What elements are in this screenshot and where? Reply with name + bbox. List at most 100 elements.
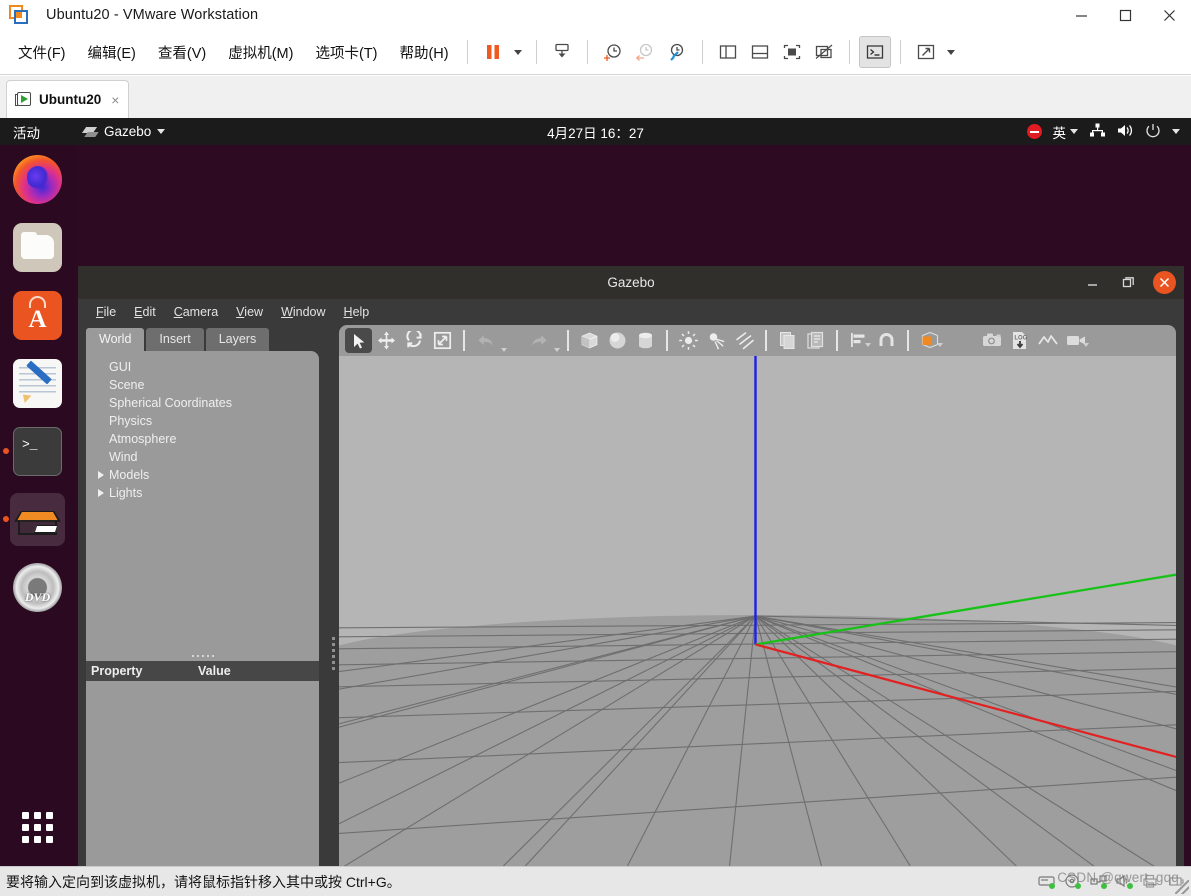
scale-mode-button[interactable] (429, 328, 456, 353)
dock-item-files[interactable] (0, 213, 75, 281)
gazebo-maximize-button[interactable] (1117, 272, 1139, 294)
suspend-button[interactable] (477, 36, 509, 68)
tree-item-atmosphere[interactable]: Atmosphere (86, 430, 319, 448)
rotate-mode-button[interactable] (401, 328, 428, 353)
stretch-dropdown-caret[interactable] (946, 49, 955, 55)
show-library-button[interactable] (712, 36, 744, 68)
send-ctrl-alt-del-button[interactable] (546, 36, 578, 68)
power-icon[interactable] (1145, 123, 1161, 141)
menu-file[interactable]: 文件(F) (9, 38, 75, 67)
gazebo-menu-camera[interactable]: Camera (166, 302, 226, 322)
insert-sphere-button[interactable] (604, 328, 631, 353)
vmware-minimize-button[interactable] (1059, 0, 1103, 30)
align-button[interactable] (845, 328, 872, 353)
window-resize-grip[interactable] (1175, 880, 1189, 894)
tab-insert[interactable]: Insert (146, 328, 204, 351)
dock-item-ubuntu-software[interactable]: A (0, 281, 75, 349)
gazebo-menu-file[interactable]: File (88, 302, 124, 322)
fullscreen-button[interactable] (776, 36, 808, 68)
tray-menu-chevron-down-icon[interactable] (1172, 129, 1180, 134)
gazebo-menu-window[interactable]: Window (273, 302, 333, 322)
left-panel-splitter[interactable] (86, 651, 319, 661)
do-not-disturb-icon[interactable] (1026, 124, 1042, 139)
insert-cylinder-button[interactable] (632, 328, 659, 353)
take-snapshot-button[interactable] (597, 36, 629, 68)
log-button[interactable]: LOG (1006, 328, 1033, 353)
snapshot-manager-button[interactable] (661, 36, 693, 68)
tab-layers[interactable]: Layers (205, 328, 270, 351)
ubuntu-top-bar: 活动 Gazebo 4月27日 16：27 英 (0, 118, 1191, 145)
menu-tabs[interactable]: 选项卡(T) (306, 38, 386, 67)
menu-view[interactable]: 查看(V) (149, 38, 215, 67)
gazebo-menu-view[interactable]: View (228, 302, 271, 322)
show-applications-icon[interactable] (0, 806, 75, 848)
redo-history-chevron-down-icon[interactable] (554, 348, 560, 352)
sound-icon[interactable] (1116, 874, 1133, 889)
redo-button[interactable] (525, 328, 552, 353)
dock-item-text-editor[interactable] (0, 349, 75, 417)
vmware-logo-icon (9, 5, 29, 25)
hard-disk-icon[interactable] (1038, 874, 1055, 889)
suspend-dropdown-caret[interactable] (513, 49, 522, 55)
translate-mode-button[interactable] (373, 328, 400, 353)
tree-item-gui[interactable]: GUI (86, 358, 319, 376)
revert-snapshot-button[interactable] (629, 36, 661, 68)
vm-tab-close-icon[interactable]: × (111, 93, 119, 107)
plot-button[interactable] (1034, 328, 1061, 353)
gazebo-title-bar: Gazebo (78, 266, 1184, 299)
undo-history-chevron-down-icon[interactable] (501, 348, 507, 352)
dock-item-firefox[interactable] (0, 145, 75, 213)
unity-mode-button[interactable] (808, 36, 840, 68)
dock-item-gazebo[interactable] (0, 485, 75, 553)
network-icon[interactable] (1090, 874, 1107, 889)
stretch-guest-button[interactable] (910, 36, 942, 68)
undo-button[interactable] (472, 328, 499, 353)
main-splitter[interactable] (327, 325, 339, 866)
console-view-button[interactable] (858, 36, 891, 68)
cd-dvd-icon[interactable] (1064, 874, 1081, 889)
property-table: Property Value (86, 661, 319, 681)
vm-tab-ubuntu20[interactable]: Ubuntu20 × (6, 80, 129, 118)
select-mode-button[interactable] (345, 328, 372, 353)
view-angle-button[interactable] (916, 328, 943, 353)
printer-icon[interactable] (1142, 874, 1159, 889)
chevron-right-icon[interactable] (98, 489, 104, 497)
network-wired-icon[interactable] (1089, 123, 1106, 141)
gazebo-menu-help[interactable]: Help (336, 302, 378, 322)
snap-button[interactable] (873, 328, 900, 353)
video-record-button[interactable] (1062, 328, 1089, 353)
menu-vm[interactable]: 虚拟机(M) (219, 38, 302, 67)
insert-spot-light-button[interactable] (703, 328, 730, 353)
paste-button[interactable] (802, 328, 829, 353)
toolbar-separator (463, 330, 465, 351)
gazebo-menu-edit[interactable]: Edit (126, 302, 164, 322)
gazebo-close-button[interactable] (1153, 271, 1176, 294)
vmware-close-button[interactable] (1147, 0, 1191, 30)
insert-point-light-button[interactable] (675, 328, 702, 353)
tab-world[interactable]: World (86, 328, 145, 351)
3d-viewport[interactable] (339, 356, 1176, 866)
tree-item-spherical-coordinates[interactable]: Spherical Coordinates (86, 394, 319, 412)
tree-item-lights[interactable]: Lights (86, 484, 319, 502)
chevron-right-icon[interactable] (98, 471, 104, 479)
menu-edit[interactable]: 编辑(E) (79, 38, 145, 67)
dock-item-dvd[interactable]: DVD (0, 553, 75, 621)
show-thumbnail-bar-button[interactable] (744, 36, 776, 68)
insert-box-button[interactable] (576, 328, 603, 353)
input-method-indicator[interactable]: 英 (1053, 122, 1078, 142)
vmware-status-bar: 要将输入定向到该虚拟机，请将鼠标指针移入其中或按 Ctrl+G。 (0, 866, 1191, 896)
gazebo-minimize-button[interactable] (1081, 272, 1103, 294)
screenshot-button[interactable] (978, 328, 1005, 353)
tree-item-physics[interactable]: Physics (86, 412, 319, 430)
insert-directional-light-button[interactable] (731, 328, 758, 353)
tree-item-wind[interactable]: Wind (86, 448, 319, 466)
dock-item-terminal[interactable]: >_ (0, 417, 75, 485)
toolbar-separator (907, 330, 909, 351)
tree-item-models[interactable]: Models (86, 466, 319, 484)
menu-help[interactable]: 帮助(H) (390, 38, 457, 67)
tree-item-scene[interactable]: Scene (86, 376, 319, 394)
vmware-maximize-button[interactable] (1103, 0, 1147, 30)
volume-icon[interactable] (1117, 123, 1134, 141)
clock[interactable]: 4月27日 16：27 (0, 122, 1191, 142)
copy-button[interactable] (774, 328, 801, 353)
